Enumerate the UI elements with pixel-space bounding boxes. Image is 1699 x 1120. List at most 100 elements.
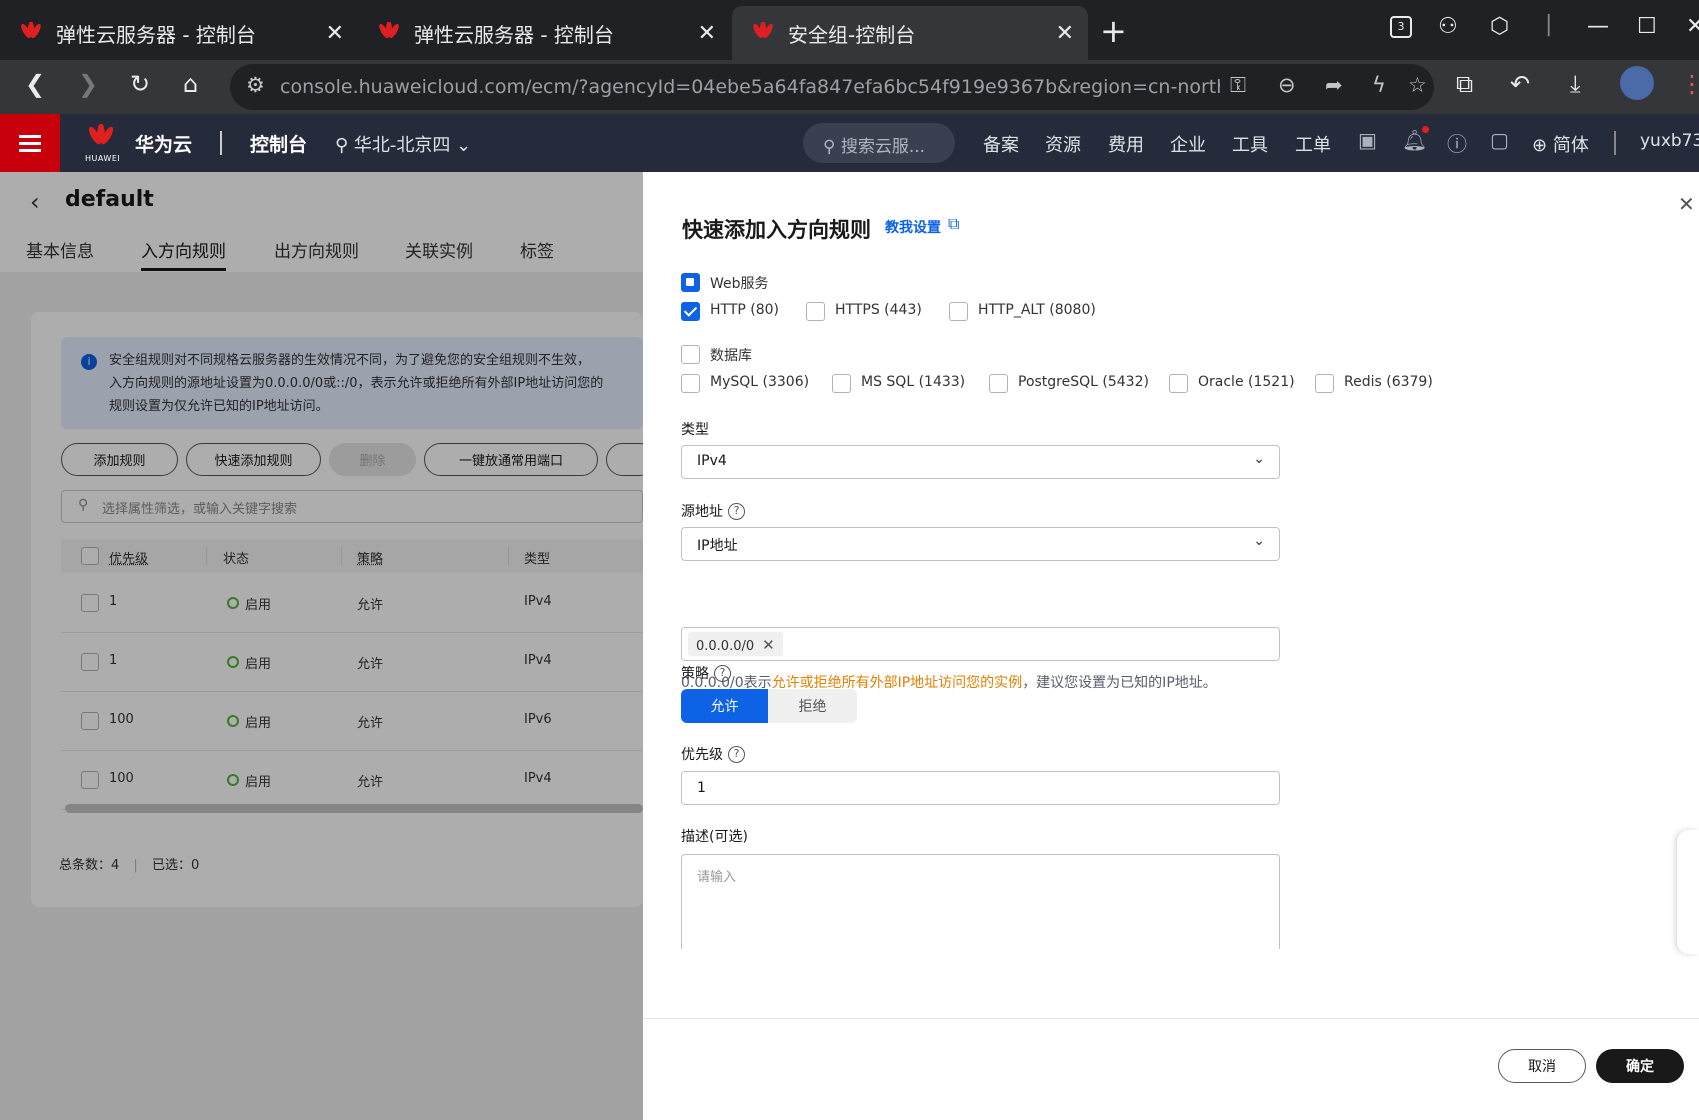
terminal-icon[interactable]: ▣ bbox=[1358, 128, 1377, 152]
nav-tickets[interactable]: 工单 bbox=[1295, 131, 1331, 157]
priority-help-icon[interactable]: ? bbox=[728, 746, 745, 763]
menu-icon[interactable]: ⋮ bbox=[1680, 70, 1699, 98]
nav-tools[interactable]: 工具 bbox=[1232, 131, 1268, 157]
undo-icon[interactable]: ↶ bbox=[1510, 70, 1530, 98]
chevron-down-icon: ⌄ bbox=[1253, 451, 1265, 467]
bookmark-star-icon[interactable]: ☆ bbox=[1408, 73, 1427, 97]
mssql-checkbox[interactable] bbox=[832, 374, 851, 393]
close-tab-icon[interactable]: ✕ bbox=[698, 21, 716, 46]
database-checkbox[interactable] bbox=[681, 345, 700, 364]
lightning-icon[interactable]: ϟ bbox=[1372, 73, 1386, 97]
address-bar[interactable]: ⚙ console.huaweicloud.com/ecm/?agencyId=… bbox=[230, 64, 1434, 110]
nav-filing[interactable]: 备案 bbox=[983, 131, 1019, 157]
key-icon[interactable]: ⚿ bbox=[1230, 73, 1246, 98]
brand-name[interactable]: 华为云 bbox=[135, 130, 192, 157]
nav-enterprise[interactable]: 企业 bbox=[1170, 131, 1206, 157]
browser-tab-title: 弹性云服务器 - 控制台 bbox=[414, 22, 614, 47]
console-link[interactable]: 控制台 bbox=[250, 130, 307, 157]
browser-tab-title: 弹性云服务器 - 控制台 bbox=[56, 22, 256, 47]
redis-checkbox[interactable] bbox=[1315, 374, 1334, 393]
policy-deny-option[interactable]: 拒绝 bbox=[768, 689, 857, 723]
remove-tag-icon[interactable]: ✕ bbox=[762, 636, 775, 654]
floating-side-widget[interactable] bbox=[1677, 830, 1699, 954]
service-menu-button[interactable] bbox=[0, 114, 60, 172]
huawei-logo-icon bbox=[88, 123, 114, 145]
https-443-checkbox[interactable] bbox=[806, 302, 825, 321]
oracle-label: Oracle (1521) bbox=[1198, 374, 1295, 390]
feedback-icon[interactable]: ▢ bbox=[1490, 128, 1509, 152]
url-text[interactable]: console.huaweicloud.com/ecm/?agencyId=04… bbox=[280, 76, 1220, 98]
browser-tab-2[interactable]: 弹性云服务器 - 控制台 ✕ bbox=[358, 6, 730, 60]
huawei-brand[interactable]: HUAWEI bbox=[85, 123, 121, 163]
share-icon[interactable]: ➦ bbox=[1325, 73, 1343, 97]
search-placeholder: 搜索云服... bbox=[840, 137, 926, 157]
reload-icon[interactable]: ↻ bbox=[130, 70, 150, 98]
type-select[interactable]: IPv4 ⌄ bbox=[681, 445, 1280, 479]
http-alt-8080-label: HTTP_ALT (8080) bbox=[978, 302, 1096, 318]
nav-billing[interactable]: 费用 bbox=[1108, 131, 1144, 157]
nav-resources[interactable]: 资源 bbox=[1045, 131, 1081, 157]
mysql-checkbox[interactable] bbox=[681, 374, 700, 393]
close-tab-icon[interactable]: ✕ bbox=[1056, 21, 1074, 46]
region-label: 华北-北京四 bbox=[353, 135, 451, 156]
description-textarea[interactable]: 请输入 bbox=[681, 854, 1280, 949]
close-tab-icon[interactable]: ✕ bbox=[326, 21, 344, 46]
site-info-icon[interactable]: ⚙ bbox=[246, 73, 265, 97]
http-80-checkbox[interactable] bbox=[681, 302, 700, 321]
ip-tag: 0.0.0.0/0 ✕ bbox=[688, 632, 783, 656]
new-tab-icon[interactable]: + bbox=[1100, 12, 1127, 50]
confirm-button[interactable]: 确定 bbox=[1596, 1049, 1684, 1083]
minimize-icon[interactable]: — bbox=[1587, 14, 1609, 39]
modal-overlay[interactable] bbox=[0, 172, 643, 1120]
home-icon[interactable]: ⌂ bbox=[183, 70, 198, 98]
close-window-icon[interactable]: ✕ bbox=[1686, 14, 1699, 39]
oracle-checkbox[interactable] bbox=[1169, 374, 1188, 393]
http-80-label: HTTP (80) bbox=[710, 302, 780, 318]
help-icon[interactable]: ⓘ bbox=[1447, 128, 1467, 157]
back-icon[interactable]: ❮ bbox=[25, 70, 45, 98]
type-label: 类型 bbox=[681, 422, 709, 438]
chevron-down-icon: ⌄ bbox=[456, 135, 472, 156]
close-drawer-icon[interactable]: ✕ bbox=[1678, 192, 1695, 216]
search-icon: ⚲ bbox=[823, 137, 836, 157]
postgresql-label: PostgreSQL (5432) bbox=[1018, 374, 1149, 390]
incognito-icon[interactable]: ⚇ bbox=[1438, 14, 1458, 39]
database-label: 数据库 bbox=[710, 348, 752, 364]
policy-help-icon[interactable]: ? bbox=[714, 665, 731, 682]
huawei-logo-text: HUAWEI bbox=[85, 154, 121, 163]
zoom-out-icon[interactable]: ⊖ bbox=[1278, 73, 1296, 97]
source-help-icon[interactable]: ? bbox=[728, 503, 745, 520]
source-select[interactable]: IP地址 ⌄ bbox=[681, 527, 1280, 561]
web-services-checkbox[interactable] bbox=[681, 273, 700, 292]
maximize-icon[interactable]: ☐ bbox=[1637, 14, 1657, 39]
tab-count-icon[interactable]: 3 bbox=[1390, 16, 1412, 38]
postgresql-checkbox[interactable] bbox=[989, 374, 1008, 393]
location-pin-icon: ⚲ bbox=[335, 135, 349, 156]
huawei-logo-icon bbox=[379, 22, 399, 39]
description-label: 描述(可选) bbox=[681, 829, 748, 845]
cancel-button[interactable]: 取消 bbox=[1498, 1049, 1586, 1083]
extension-icon[interactable]: ⬡ bbox=[1490, 14, 1509, 39]
external-link-icon[interactable]: ⧉ bbox=[948, 214, 959, 234]
help-link[interactable]: 教我设置 bbox=[885, 217, 941, 237]
profile-avatar[interactable] bbox=[1620, 66, 1654, 100]
user-account[interactable]: yuxb73 bbox=[1640, 131, 1699, 151]
browser-tab-3-active[interactable]: 安全组-控制台 ✕ bbox=[732, 6, 1088, 60]
console-header: HUAWEI 华为云 控制台 ⚲ 华北-北京四 ⌄ ⚲ 搜索云服... 备案 资… bbox=[0, 114, 1699, 172]
download-icon[interactable]: ⤓ bbox=[1570, 70, 1581, 98]
global-search[interactable]: ⚲ 搜索云服... bbox=[803, 123, 955, 163]
chevron-down-icon: ⌄ bbox=[1253, 533, 1265, 549]
ip-hint-suffix: ，建议您设置为已知的IP地址。 bbox=[1022, 675, 1217, 691]
priority-input[interactable]: 1 bbox=[681, 771, 1280, 805]
forward-icon[interactable]: ❯ bbox=[78, 70, 98, 98]
ip-address-input[interactable]: 0.0.0.0/0 ✕ bbox=[681, 627, 1280, 661]
globe-icon: ⊕ bbox=[1532, 135, 1548, 156]
policy-allow-option[interactable]: 允许 bbox=[681, 689, 768, 723]
policy-label: 策略 bbox=[681, 666, 709, 682]
extensions-icon[interactable]: ⧉ bbox=[1456, 70, 1473, 98]
browser-tab-1[interactable]: 弹性云服务器 - 控制台 ✕ bbox=[0, 6, 358, 60]
source-label: 源地址 bbox=[681, 504, 723, 520]
region-selector[interactable]: ⚲ 华北-北京四 ⌄ bbox=[335, 131, 471, 157]
language-switch[interactable]: ⊕ 简体 bbox=[1532, 131, 1589, 157]
http-alt-8080-checkbox[interactable] bbox=[949, 302, 968, 321]
